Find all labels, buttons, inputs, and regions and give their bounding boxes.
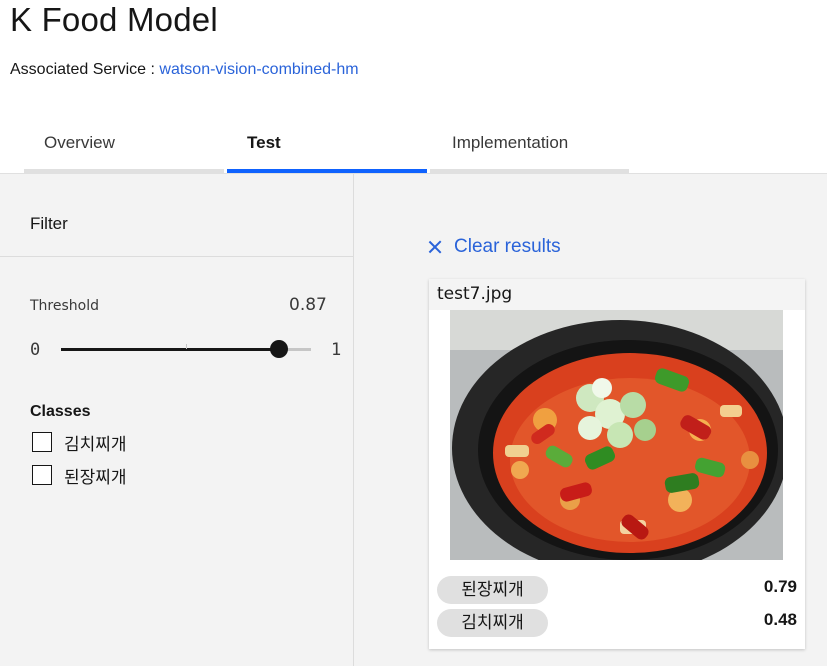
service-prefix: Associated Service :: [10, 61, 160, 78]
result-row: 김치찌개 0.48: [437, 609, 797, 637]
checkbox[interactable]: [32, 465, 52, 485]
slider-thumb[interactable]: [270, 340, 288, 358]
result-score: 0.79: [763, 577, 797, 596]
result-row: 된장찌개 0.79: [437, 576, 797, 604]
class-filter-doenjang-jjigae[interactable]: 된장찌개: [32, 463, 127, 488]
card-filename: test7.jpg: [437, 284, 513, 304]
tab-implementation[interactable]: Implementation: [430, 118, 629, 173]
threshold-value: 0.87: [289, 295, 327, 315]
filter-header: Filter: [0, 174, 354, 257]
tab-test-label: Test: [247, 133, 281, 152]
tab-implementation-label: Implementation: [452, 133, 569, 152]
slider-min-label: 0: [30, 340, 41, 360]
slider-max-label: 1: [331, 340, 342, 360]
stew-photo: [450, 310, 783, 560]
result-class-tag: 김치찌개: [437, 609, 548, 637]
service-link[interactable]: watson-vision-combined-hm: [159, 61, 358, 78]
filter-panel: Filter Threshold 0.87 0 1 Classes 김치찌개 된…: [0, 174, 354, 666]
slider-fill: [61, 348, 279, 351]
class-label: 김치찌개: [64, 434, 127, 455]
page-title: K Food Model: [10, 1, 218, 38]
threshold-slider[interactable]: [61, 340, 311, 358]
tab-bar: Overview Test Implementation: [24, 118, 629, 173]
test-content: Filter Threshold 0.87 0 1 Classes 김치찌개 된…: [0, 173, 827, 666]
checkbox[interactable]: [32, 432, 52, 452]
clear-results-button[interactable]: Clear results: [428, 236, 561, 258]
card-header: test7.jpg: [429, 279, 805, 310]
clear-results-label: Clear results: [454, 236, 561, 257]
slider-tick: [186, 344, 187, 349]
classes-title: Classes: [30, 403, 91, 420]
result-class-tag: 된장찌개: [437, 576, 548, 604]
class-label: 된장찌개: [64, 467, 127, 488]
tab-overview-label: Overview: [44, 133, 115, 152]
threshold-label: Threshold: [30, 298, 99, 314]
tab-overview[interactable]: Overview: [24, 118, 224, 173]
filter-title: Filter: [30, 214, 68, 233]
result-score: 0.48: [763, 610, 797, 629]
tab-test[interactable]: Test: [227, 118, 427, 173]
close-icon: [428, 240, 442, 254]
associated-service: Associated Service : watson-vision-combi…: [10, 61, 359, 79]
result-card: test7.jpg 된장찌개 0.79 김치찌개 0.48: [429, 279, 805, 649]
class-filter-kimchi-jjigae[interactable]: 김치찌개: [32, 430, 127, 455]
